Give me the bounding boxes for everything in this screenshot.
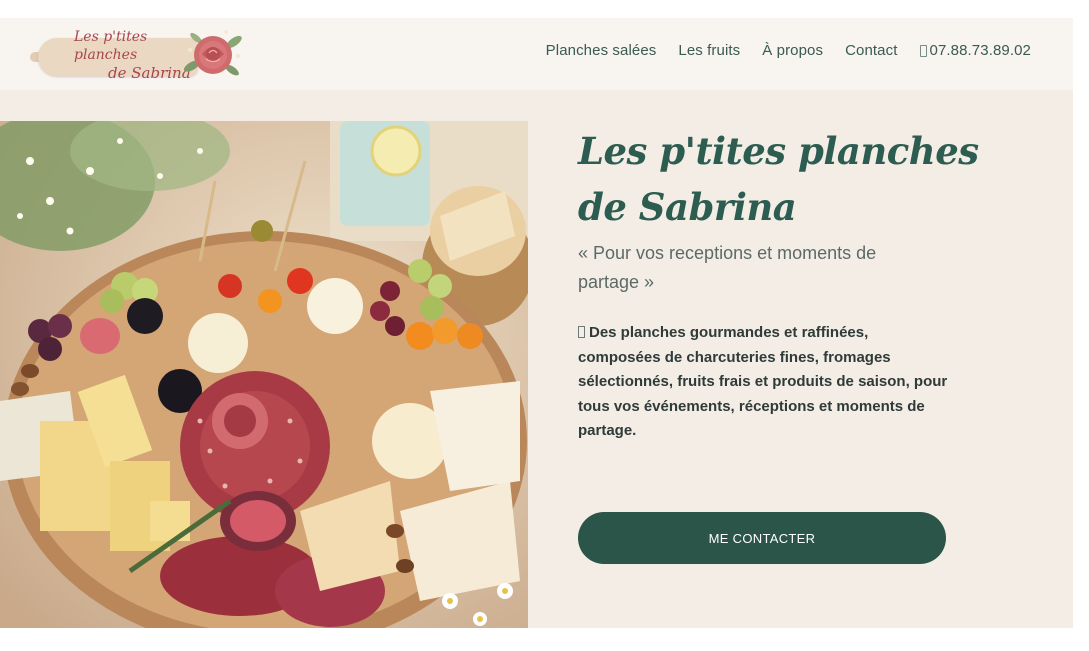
phone-icon (919, 44, 927, 57)
phone-number: 07.88.73.89.02 (929, 42, 1031, 59)
hero-tagline: « Pour vos receptions et moments de part… (578, 243, 877, 292)
nav-a-propos[interactable]: À propos (762, 42, 823, 59)
hero-content: Les p'tites planches de Sabrina « Pour v… (578, 123, 1048, 564)
hero-description: Des planches gourmandes et raffinées, co… (578, 321, 948, 444)
contact-button[interactable]: ME CONTACTER (578, 512, 946, 564)
bullet-icon (578, 326, 585, 338)
rose-icon (183, 30, 242, 76)
nav-contact[interactable]: Contact (845, 42, 897, 59)
brand-logo[interactable]: Les p'tites planches de Sabrina (30, 24, 248, 86)
nav-planches-salees[interactable]: Planches salées (546, 42, 657, 59)
nav-phone-link[interactable]: 07.88.73.89.02 (919, 42, 1032, 59)
logo-text-line1: Les p'tites planches (74, 29, 148, 63)
hero-description-text: Des planches gourmandes et raffinées, co… (578, 324, 948, 439)
charcuterie-board-image (0, 121, 528, 628)
site-header: Les p'tites planches de Sabrina Planches… (0, 18, 1073, 90)
main-nav: Planches salées Les fruits À propos Cont… (546, 42, 1031, 59)
nav-les-fruits[interactable]: Les fruits (678, 42, 740, 59)
hero-title: Les p'tites planches de Sabrina (578, 123, 1048, 235)
page: Les p'tites planches de Sabrina Planches… (0, 18, 1073, 628)
hero-title-line1: Les p'tites planches (578, 129, 979, 173)
charcuterie-board-illustration (0, 121, 528, 628)
hero-title-line2: de Sabrina (578, 185, 797, 229)
